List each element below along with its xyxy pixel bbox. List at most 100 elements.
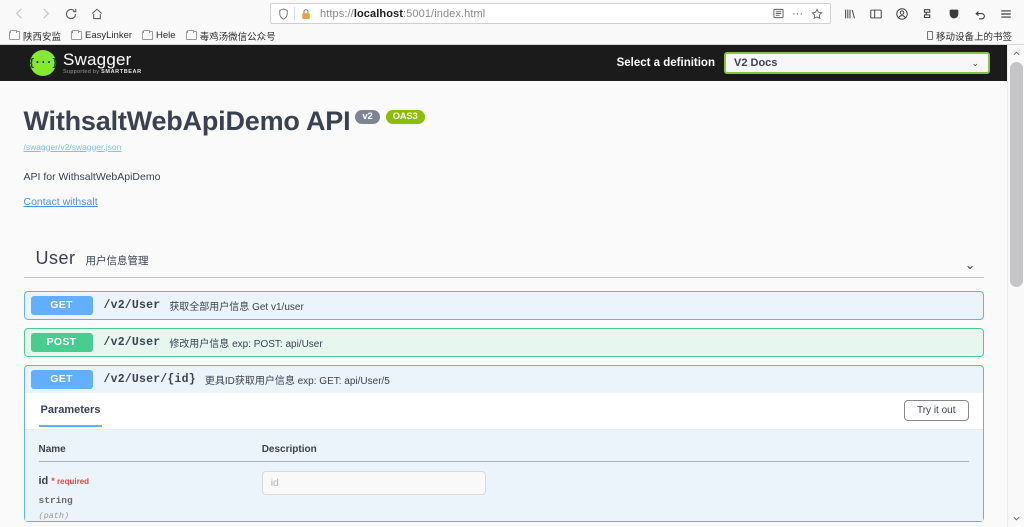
scroll-up-arrow[interactable] xyxy=(1008,45,1024,62)
reader-view-icon[interactable] xyxy=(770,6,787,22)
operation-path: /v2/User xyxy=(103,298,161,312)
spec-url-link[interactable]: /swagger/v2/swagger.json xyxy=(24,142,122,152)
bookmark-item[interactable]: EasyLinker xyxy=(66,28,137,44)
forward-button[interactable] xyxy=(32,3,58,25)
operation-post-v2-user[interactable]: POST /v2/User 修改用户信息 exp: POST: api/User xyxy=(23,327,984,357)
tag-name: User xyxy=(35,247,76,268)
parameter-location: (path) xyxy=(38,510,70,521)
parameters-area: Name Description id * required string (p… xyxy=(24,429,983,521)
mobile-bookmarks-label: 移动设备上的书签 xyxy=(935,31,1012,43)
url-scheme: https:// xyxy=(320,7,354,20)
swagger-ui-page: {···} Swagger Supported by SMARTBEAR Sel… xyxy=(0,45,1007,527)
oas-badge: OAS3 xyxy=(385,109,425,125)
operations-list: GET /v2/User 获取全部用户信息 Get v1/user POST /… xyxy=(23,290,984,522)
contact-link[interactable]: Contact withsalt xyxy=(24,196,98,208)
folder-icon xyxy=(9,30,20,40)
table-row: id * required string (path) xyxy=(39,461,969,521)
mobile-bookmarks-item[interactable]: 移动设备上的书签 xyxy=(926,29,1020,43)
definition-selected-value: V2 Docs xyxy=(734,57,778,69)
browser-toolbar-right xyxy=(837,3,1018,25)
http-method-badge: GET xyxy=(30,295,93,315)
parameter-type: string xyxy=(38,494,73,506)
vertical-scrollbar[interactable] xyxy=(1007,45,1024,527)
required-label: required xyxy=(57,476,90,486)
url-text[interactable]: https://localhost:5001/index.html xyxy=(315,8,770,20)
browser-chrome: https://localhost:5001/index.html ··· 陕西… xyxy=(0,0,1024,45)
api-description: API for WithsaltWebApiDemo xyxy=(23,170,161,183)
scrollbar-thumb[interactable] xyxy=(1010,62,1023,287)
parameter-id-input[interactable] xyxy=(261,470,486,495)
api-info-block: WithsaltWebApiDemo API v2 OAS3 /swagger/… xyxy=(24,81,984,210)
tab-parameters[interactable]: Parameters xyxy=(38,402,103,427)
tag-header[interactable]: User 用户信息管理 ⌄ xyxy=(23,247,984,278)
address-bar[interactable]: https://localhost:5001/index.html ··· xyxy=(270,3,831,24)
account-icon[interactable] xyxy=(889,3,914,25)
star-icon[interactable] xyxy=(808,6,825,22)
swagger-logo-subtitle: Supported by SMARTBEAR xyxy=(63,68,142,76)
swagger-logo-text: Swagger Supported by SMARTBEAR xyxy=(63,51,142,76)
library-icon[interactable] xyxy=(837,3,862,25)
bookmark-item[interactable]: 毒鸡汤微信公众号 xyxy=(181,28,281,44)
operation-description: 更具ID获取用户信息 exp: GET: api/User/5 xyxy=(204,375,390,387)
urlbar-divider xyxy=(294,7,295,20)
swagger-content-wrapper: WithsaltWebApiDemo API v2 OAS3 /swagger/… xyxy=(4,81,1004,522)
http-method-badge: POST xyxy=(30,332,93,352)
parameter-name-row: id * required xyxy=(39,471,262,489)
bookmark-label: EasyLinker xyxy=(85,30,133,41)
operation-description: 修改用户信息 exp: POST: api/User xyxy=(169,338,323,350)
home-button[interactable] xyxy=(84,3,110,25)
required-marker: * required xyxy=(51,476,90,486)
scroll-down-arrow[interactable] xyxy=(1008,510,1024,527)
operation-path: /v2/User xyxy=(103,335,161,349)
swagger-body: WithsaltWebApiDemo API v2 OAS3 /swagger/… xyxy=(0,81,1007,527)
definition-select[interactable]: V2 Docs ⌄ xyxy=(724,52,990,74)
operation-summary[interactable]: POST /v2/User 修改用户信息 exp: POST: api/User xyxy=(25,329,983,356)
lock-icon[interactable] xyxy=(297,6,315,22)
operation-description: 获取全部用户信息 Get v1/user xyxy=(169,301,304,313)
bookmark-label: 陕西安监 xyxy=(23,31,62,43)
parameter-name: id xyxy=(38,474,49,487)
page-actions-icon[interactable]: ··· xyxy=(789,6,806,22)
url-path: :5001/index.html xyxy=(403,7,486,20)
folder-icon xyxy=(71,30,83,40)
page-title: WithsaltWebApiDemo API v2 OAS3 xyxy=(23,106,984,137)
operation-get-v2-user-by-id[interactable]: GET /v2/User/{id} 更具ID获取用户信息 exp: GET: a… xyxy=(23,364,984,522)
column-header-description: Description xyxy=(261,438,969,462)
operation-summary[interactable]: GET /v2/User 获取全部用户信息 Get v1/user xyxy=(25,292,983,319)
smartbear-brand: SMARTBEAR xyxy=(101,68,142,75)
parameter-meta-cell: id * required string (path) xyxy=(39,461,262,521)
chevron-down-icon[interactable]: ⌄ xyxy=(965,258,976,271)
browser-nav-bar: https://localhost:5001/index.html ··· xyxy=(0,0,1024,27)
select-definition-label: Select a definition xyxy=(616,57,715,69)
tag-section-user: User 用户信息管理 ⌄ GET /v2/User 获取全部用户信息 Get … xyxy=(23,247,984,522)
definition-selector-wrap: Select a definition V2 Docs ⌄ xyxy=(617,52,1007,74)
column-header-name: Name xyxy=(38,438,262,462)
container-tabs-icon[interactable] xyxy=(915,3,940,25)
menu-icon[interactable] xyxy=(993,3,1018,25)
bookmark-label: 毒鸡汤微信公众号 xyxy=(199,31,276,43)
undo-icon[interactable] xyxy=(967,3,992,25)
pocket-icon[interactable] xyxy=(941,3,966,25)
scrollbar-track[interactable] xyxy=(1008,62,1024,510)
url-host: localhost xyxy=(353,7,404,20)
bookmark-item[interactable]: 陕西安监 xyxy=(4,28,66,44)
shield-icon[interactable] xyxy=(274,6,292,22)
sidebar-icon[interactable] xyxy=(863,3,888,25)
swagger-topbar: {···} Swagger Supported by SMARTBEAR Sel… xyxy=(0,45,1007,81)
api-title-text: WithsaltWebApiDemo API xyxy=(23,106,351,136)
operation-get-v2-user[interactable]: GET /v2/User 获取全部用户信息 Get v1/user xyxy=(23,290,984,320)
folder-icon xyxy=(142,30,154,40)
folder-icon xyxy=(185,30,197,40)
reload-button[interactable] xyxy=(58,3,84,25)
page-viewport: {···} Swagger Supported by SMARTBEAR Sel… xyxy=(0,45,1024,527)
supported-by-text: Supported by xyxy=(63,68,102,75)
back-button[interactable] xyxy=(6,3,32,25)
bookmark-item[interactable]: Hele xyxy=(137,28,181,44)
swagger-logo[interactable]: {···} Swagger Supported by SMARTBEAR xyxy=(28,50,142,76)
swagger-logo-title: Swagger xyxy=(63,49,132,69)
chevron-down-icon: ⌄ xyxy=(971,57,979,68)
operation-summary[interactable]: GET /v2/User/{id} 更具ID获取用户信息 exp: GET: a… xyxy=(25,366,983,393)
try-it-out-button[interactable]: Try it out xyxy=(903,399,969,421)
table-header-row: Name Description xyxy=(38,438,969,462)
version-badge: v2 xyxy=(355,109,380,125)
